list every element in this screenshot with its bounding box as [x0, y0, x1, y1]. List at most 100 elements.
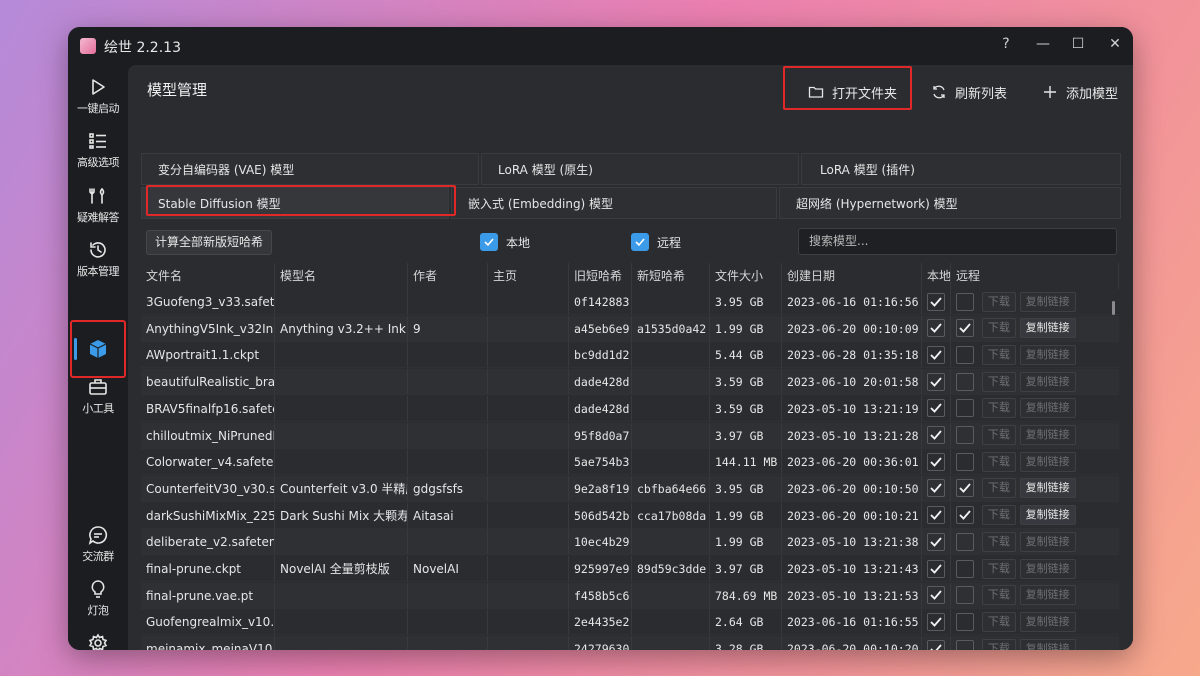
local-checkbox[interactable]: [927, 612, 945, 631]
minimize-button[interactable]: —: [1025, 32, 1061, 56]
compute-hash-button[interactable]: 计算全部新版短哈希: [146, 230, 273, 255]
remote-checkbox[interactable]: [956, 319, 974, 338]
download-button[interactable]: 下载: [981, 585, 1016, 606]
sidebar-item-bulb[interactable]: 灯泡: [68, 579, 128, 629]
local-filter-checkbox[interactable]: 本地: [480, 233, 530, 251]
copy-link-button[interactable]: 复制链接: [1019, 371, 1076, 392]
sidebar-item-advanced[interactable]: 高级选项: [68, 131, 128, 181]
remote-checkbox[interactable]: [956, 426, 974, 444]
local-checkbox[interactable]: [927, 479, 945, 498]
tab-lora-plugin[interactable]: LoRA 模型 (插件): [801, 153, 1121, 185]
download-button[interactable]: 下载: [981, 505, 1016, 526]
close-button[interactable]: ✕: [1097, 32, 1133, 56]
column-header[interactable]: 新短哈希: [632, 263, 710, 289]
table-row[interactable]: chilloutmix_NiPrunedFp 95f8d0a7 3.97 GB 202…: [141, 422, 1119, 449]
table-row[interactable]: BRAV5finalfp16.safeter dade428d 3.59 GB 202…: [141, 395, 1119, 422]
column-header[interactable]: 旧短哈希: [569, 263, 632, 289]
table-row[interactable]: meinamix_meinaV10.sa 24279630 3.28 GB2023-…: [141, 636, 1119, 650]
tab-embedding[interactable]: 嵌入式 (Embedding) 模型: [451, 187, 777, 219]
local-checkbox[interactable]: [927, 372, 945, 391]
local-checkbox[interactable]: [927, 639, 945, 650]
download-button[interactable]: 下载: [981, 398, 1016, 419]
local-checkbox[interactable]: [927, 532, 945, 551]
table-row[interactable]: final-prune.vae.pt f458b5c6 784.69 MB 2023-…: [141, 582, 1119, 609]
remote-checkbox[interactable]: [956, 612, 974, 631]
remote-checkbox[interactable]: [956, 586, 974, 605]
copy-link-button[interactable]: 复制链接: [1019, 425, 1076, 445]
table-row[interactable]: 3Guofeng3_v33.safeter 0f142883 3.95 GB 2023…: [141, 289, 1119, 315]
maximize-button[interactable]: ☐: [1060, 32, 1096, 56]
download-button[interactable]: 下载: [981, 611, 1016, 632]
remote-checkbox[interactable]: [956, 479, 974, 498]
sidebar-item-launch[interactable]: 一键启动: [68, 77, 128, 127]
column-header[interactable]: 文件名: [141, 263, 275, 289]
table-row[interactable]: final-prune.ckpt NovelAI 全量剪枝版 NovelAI 9259…: [141, 556, 1119, 582]
table-row[interactable]: AWportrait1.1.ckpt bc9dd1d2 5.44 GB 2023-06…: [141, 342, 1119, 369]
tab-vae[interactable]: 变分自编码器 (VAE) 模型: [141, 153, 479, 185]
column-header[interactable]: 作者: [408, 263, 488, 289]
sidebar-item-community[interactable]: 交流群: [68, 525, 128, 575]
remote-checkbox[interactable]: [956, 372, 974, 391]
download-button[interactable]: 下载: [981, 318, 1016, 339]
sidebar-item-tools[interactable]: 小工具: [68, 377, 128, 427]
copy-link-button[interactable]: 复制链接: [1019, 531, 1076, 552]
remote-checkbox[interactable]: [956, 559, 974, 578]
local-checkbox[interactable]: [927, 452, 945, 471]
download-button[interactable]: 下载: [981, 451, 1016, 472]
table-row[interactable]: darkSushiMixMix_225D Dark Sushi Mix 大颗寿司 A…: [141, 502, 1119, 529]
add-model-button[interactable]: 添加模型: [1042, 74, 1118, 110]
download-button[interactable]: 下载: [981, 558, 1016, 579]
remote-checkbox[interactable]: [956, 506, 974, 525]
copy-link-button[interactable]: 复制链接: [1019, 451, 1076, 472]
local-checkbox[interactable]: [927, 506, 945, 525]
download-button[interactable]: 下载: [981, 638, 1016, 650]
download-button[interactable]: 下载: [981, 425, 1016, 445]
copy-link-button[interactable]: 复制链接: [1019, 638, 1076, 650]
local-checkbox[interactable]: [927, 559, 945, 578]
download-button[interactable]: 下载: [981, 531, 1016, 552]
local-checkbox[interactable]: [927, 345, 945, 364]
local-checkbox[interactable]: [927, 292, 945, 311]
table-row[interactable]: AnythingV5Ink_v32Ink. Anything v3.2++ Ink…: [141, 315, 1119, 342]
remote-checkbox[interactable]: [956, 399, 974, 418]
remote-checkbox[interactable]: [956, 452, 974, 471]
sidebar-item-troubleshoot[interactable]: 疑难解答: [68, 186, 128, 236]
remote-checkbox[interactable]: [956, 532, 974, 551]
local-checkbox[interactable]: [927, 586, 945, 605]
help-button[interactable]: ?: [988, 32, 1024, 56]
copy-link-button[interactable]: 复制链接: [1019, 478, 1076, 499]
table-row[interactable]: beautifulRealistic_brav5 dade428d 3.59 GB2…: [141, 369, 1119, 396]
local-checkbox[interactable]: [927, 426, 945, 444]
sidebar-item-settings[interactable]: 设置: [68, 633, 128, 650]
local-checkbox[interactable]: [927, 399, 945, 418]
copy-link-button[interactable]: 复制链接: [1019, 398, 1076, 419]
copy-link-button[interactable]: 复制链接: [1019, 344, 1076, 365]
tab-hypernetwork[interactable]: 超网络 (Hypernetwork) 模型: [779, 187, 1121, 219]
column-header[interactable]: 文件大小: [710, 263, 782, 289]
download-button[interactable]: 下载: [981, 478, 1016, 499]
download-button[interactable]: 下载: [981, 291, 1016, 312]
copy-link-button[interactable]: 复制链接: [1019, 611, 1076, 632]
copy-link-button[interactable]: 复制链接: [1019, 291, 1076, 312]
column-header[interactable]: 本地: [922, 263, 951, 289]
table-row[interactable]: CounterfeitV30_v30.saf Counterfeit v3.0 半…: [141, 475, 1119, 502]
copy-link-button[interactable]: 复制链接: [1019, 558, 1076, 579]
remote-checkbox[interactable]: [956, 292, 974, 311]
column-header[interactable]: 模型名: [275, 263, 408, 289]
copy-link-button[interactable]: 复制链接: [1019, 318, 1076, 339]
scrollbar-thumb[interactable]: [1112, 301, 1115, 315]
table-row[interactable]: Guofengrealmix_v10.sa 2e4435e2 2.64 GB 2023…: [141, 609, 1119, 636]
refresh-button[interactable]: 刷新列表: [931, 74, 1007, 110]
download-button[interactable]: 下载: [981, 371, 1016, 392]
tab-lora-native[interactable]: LoRA 模型 (原生): [481, 153, 799, 185]
search-input[interactable]: 搜索模型...: [798, 228, 1117, 255]
copy-link-button[interactable]: 复制链接: [1019, 505, 1076, 526]
remote-filter-checkbox[interactable]: 远程: [631, 233, 681, 251]
column-header[interactable]: 主页: [488, 263, 569, 289]
remote-checkbox[interactable]: [956, 639, 974, 650]
remote-checkbox[interactable]: [956, 345, 974, 364]
column-header[interactable]: 远程: [951, 263, 1119, 289]
open-folder-button[interactable]: 打开文件夹: [808, 74, 897, 110]
table-row[interactable]: Colorwater_v4.safetens 5ae754b3 144.11 MB 2…: [141, 449, 1119, 476]
copy-link-button[interactable]: 复制链接: [1019, 585, 1076, 606]
